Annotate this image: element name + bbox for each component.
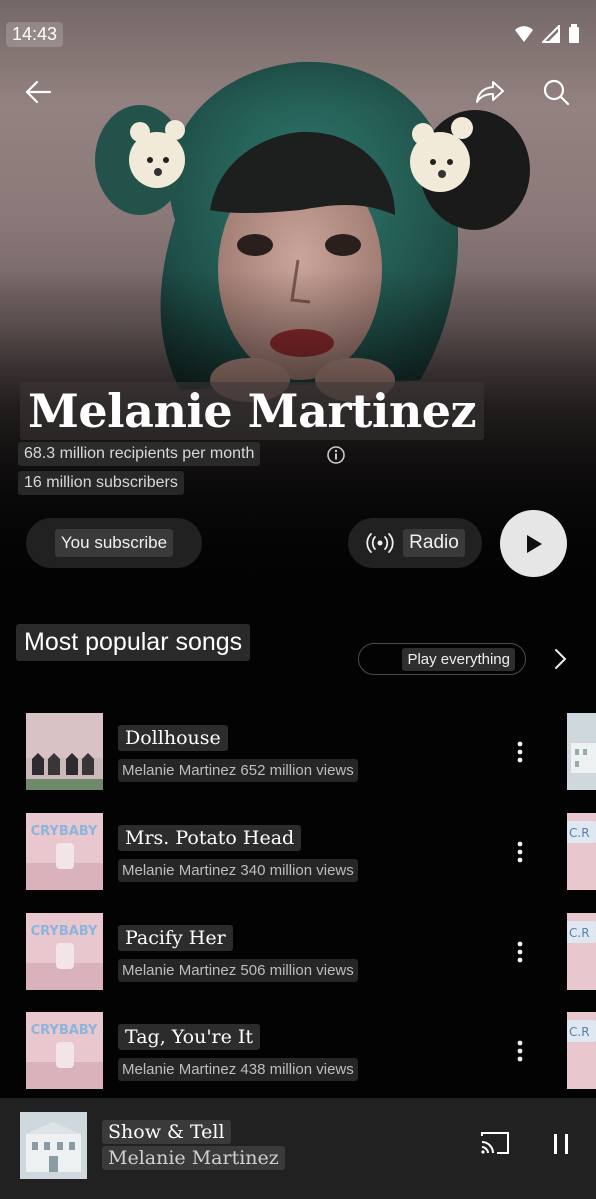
peek-text: C.R: [569, 926, 590, 940]
song-title: Tag, You're It: [118, 1024, 261, 1050]
status-icons: [514, 24, 580, 44]
play-all-label: Play everything: [402, 647, 515, 671]
status-bar: 14:43: [0, 22, 596, 48]
song-row[interactable]: CRYBABY Tag, You're It Melanie Martinez …: [0, 1012, 596, 1092]
pause-icon[interactable]: [551, 1132, 571, 1156]
next-column-peek[interactable]: C.R: [567, 1012, 596, 1089]
album-art-crybaby: CRYBABY: [26, 913, 103, 990]
album-art-dollhouse: [26, 713, 103, 790]
more-vert-icon: [517, 941, 523, 963]
share-icon: [476, 81, 504, 103]
song-title: Pacify Her: [118, 925, 233, 951]
search-icon: [543, 79, 570, 106]
song-more-button[interactable]: [508, 835, 532, 869]
play-all-button[interactable]: Play everything: [358, 643, 526, 675]
share-button[interactable]: [470, 72, 510, 112]
song-more-button[interactable]: [508, 1034, 532, 1068]
status-time: 14:43: [6, 22, 64, 47]
signal-icon: [542, 25, 560, 43]
back-button[interactable]: [18, 72, 58, 112]
cast-icon[interactable]: [479, 1130, 511, 1156]
song-subtitle: Melanie Martinez 340 million views: [118, 859, 358, 882]
mini-player[interactable]: Show & Tell Melanie Martinez: [0, 1098, 596, 1199]
song-title: Dollhouse: [118, 725, 228, 751]
next-column-peek[interactable]: [567, 713, 596, 790]
song-more-button[interactable]: [508, 935, 532, 969]
song-row[interactable]: CRYBABY Mrs. Potato Head Melanie Martine…: [0, 813, 596, 893]
album-art-text: CRYBABY: [31, 824, 98, 839]
more-vert-icon: [517, 1040, 523, 1062]
song-subtitle: Melanie Martinez 438 million views: [118, 1058, 358, 1081]
section-title: Most popular songs: [16, 624, 251, 661]
search-button[interactable]: [536, 72, 576, 112]
song-title: Mrs. Potato Head: [118, 825, 302, 851]
peek-text: C.R: [569, 1025, 590, 1039]
song-subtitle: Melanie Martinez 506 million views: [118, 959, 358, 982]
song-subtitle: Melanie Martinez 652 million views: [118, 759, 358, 782]
album-art-crybaby: CRYBABY: [26, 813, 103, 890]
peek-text: C.R: [569, 826, 590, 840]
next-column-peek[interactable]: C.R: [567, 813, 596, 890]
top-app-bar: [0, 72, 596, 112]
more-vert-icon: [517, 741, 523, 763]
now-playing-title: Show & Tell: [102, 1120, 231, 1144]
play-artist-button[interactable]: [500, 510, 567, 577]
back-arrow-icon: [25, 80, 52, 104]
battery-icon: [569, 24, 579, 43]
play-icon: [526, 534, 542, 553]
wifi-icon: [515, 26, 533, 42]
song-row[interactable]: Dollhouse Melanie Martinez 652 million v…: [0, 713, 596, 793]
info-icon[interactable]: [326, 445, 346, 465]
subscriber-count: 16 million subscribers: [18, 471, 184, 495]
song-row[interactable]: CRYBABY Pacify Her Melanie Martinez 506 …: [0, 913, 596, 993]
song-more-button[interactable]: [508, 735, 532, 769]
artist-name: Melanie Martinez: [20, 382, 485, 440]
next-column-peek[interactable]: C.R: [567, 913, 596, 990]
album-art-crybaby: CRYBABY: [26, 1012, 103, 1089]
album-art-text: CRYBABY: [31, 924, 98, 939]
monthly-listeners: 68.3 million recipients per month: [18, 442, 261, 466]
radio-label: Radio: [403, 529, 465, 557]
album-art-text: CRYBABY: [31, 1023, 98, 1038]
more-vert-icon: [517, 841, 523, 863]
subscribe-label: You subscribe: [54, 529, 174, 557]
now-playing-artist: Melanie Martinez: [102, 1146, 285, 1170]
radio-icon: [366, 533, 394, 553]
radio-button[interactable]: Radio: [348, 518, 482, 568]
chevron-right-icon[interactable]: [548, 646, 572, 672]
subscribe-button[interactable]: You subscribe: [26, 518, 202, 568]
now-playing-album-art: [20, 1112, 87, 1179]
